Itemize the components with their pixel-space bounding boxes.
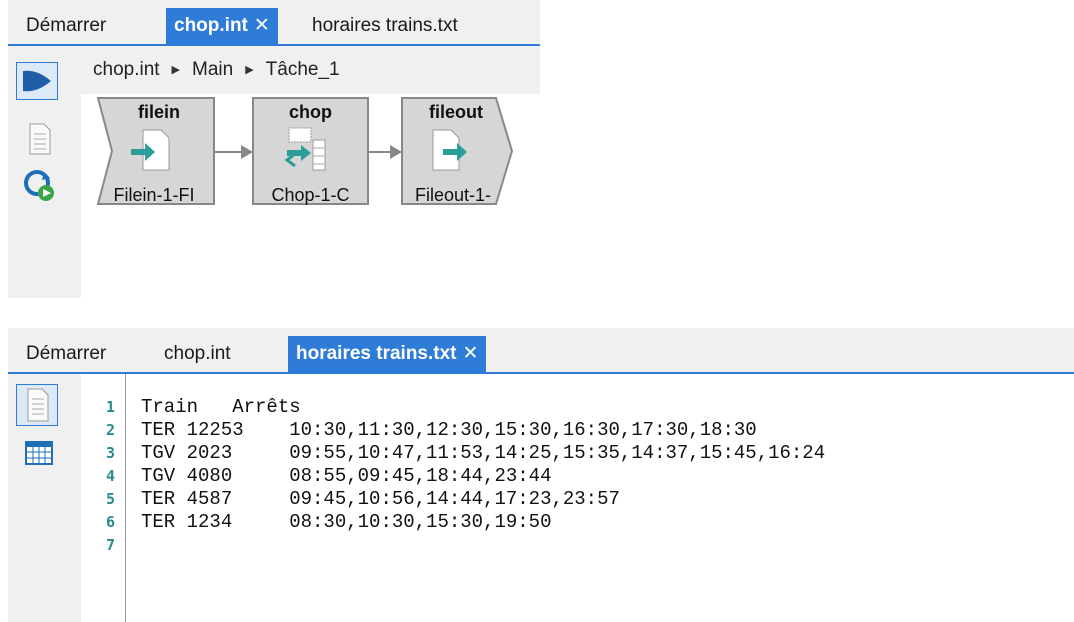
- top-sidebar: [8, 46, 81, 298]
- line-number: 3: [105, 444, 115, 462]
- tab-chop-int[interactable]: chop.int: [156, 336, 239, 372]
- tab-demarrer[interactable]: Démarrer: [18, 336, 114, 372]
- chop-node-title[interactable]: chop: [253, 102, 368, 123]
- table-grid-icon: [25, 441, 53, 465]
- top-editor-panel: Démarrer chop.int ✕ horaires trains.txt: [8, 0, 540, 298]
- refresh-run-icon: [24, 170, 54, 201]
- text-line: TER 12253 10:30,11:30,12:30,15:30,16:30,…: [141, 419, 757, 441]
- chop-node-label[interactable]: Chop-1-C: [253, 185, 368, 206]
- text-line: Train Arrêts: [141, 396, 301, 418]
- breadcrumb-item-task[interactable]: Tâche_1: [266, 46, 340, 94]
- tab-label: chop.int: [174, 15, 248, 36]
- close-icon[interactable]: ✕: [463, 343, 479, 364]
- line-number: 4: [105, 467, 115, 485]
- arrow-head-icon: [390, 145, 402, 159]
- tab-label: chop.int: [164, 343, 231, 364]
- document-icon: [27, 388, 49, 422]
- text-editor[interactable]: 1 2 3 4 5 6 7 Train Arrêts TER 12253 10:…: [81, 374, 1074, 622]
- text-line: TGV 2023 09:55,10:47,11:53,14:25,15:35,1…: [141, 442, 826, 464]
- bottom-tab-bar: Démarrer chop.int horaires trains.txt ✕: [8, 328, 1074, 374]
- breadcrumb-item-file[interactable]: chop.int: [93, 46, 160, 94]
- run-refresh-button[interactable]: [22, 168, 56, 202]
- tab-horaires-trains[interactable]: horaires trains.txt: [304, 8, 466, 44]
- line-number: 5: [105, 490, 115, 508]
- flow-editor: chop.int ▶ Main ▶ Tâche_1 filein Filein-…: [81, 46, 540, 298]
- document-view-button[interactable]: [22, 122, 56, 156]
- line-number: 7: [105, 536, 115, 554]
- filein-node-title[interactable]: filein: [109, 102, 209, 123]
- text-line: TER 1234 08:30,10:30,15:30,19:50: [141, 511, 552, 533]
- tab-horaires-trains[interactable]: horaires trains.txt ✕: [288, 336, 487, 372]
- breadcrumb: chop.int ▶ Main ▶ Tâche_1: [81, 46, 540, 94]
- tab-label: horaires trains.txt: [312, 15, 458, 36]
- line-number: 6: [105, 513, 115, 531]
- tab-label: Démarrer: [26, 343, 107, 364]
- line-number: 2: [105, 421, 115, 439]
- tab-chop-int[interactable]: chop.int ✕: [166, 8, 278, 44]
- text-line: TER 4587 09:45,10:56,14:44,17:23,23:57: [141, 488, 620, 510]
- fileout-node-label[interactable]: Fileout-1-: [403, 185, 503, 206]
- breadcrumb-item-main[interactable]: Main: [192, 46, 233, 94]
- flow-view-button[interactable]: [16, 62, 58, 100]
- tab-demarrer[interactable]: Démarrer: [18, 8, 114, 44]
- flow-icon: [23, 70, 51, 92]
- document-icon: [29, 123, 51, 155]
- arrow-head-icon: [241, 145, 253, 159]
- bottom-editor-panel: Démarrer chop.int horaires trains.txt ✕ 1…: [8, 328, 1074, 622]
- text-line: TGV 4080 08:55,09:45,18:44,23:44: [141, 465, 552, 487]
- top-tab-bar: Démarrer chop.int ✕ horaires trains.txt: [8, 0, 540, 46]
- text-view-button[interactable]: [16, 384, 58, 426]
- chevron-right-icon: ▶: [171, 64, 181, 76]
- tab-label: horaires trains.txt: [296, 343, 457, 364]
- fileout-node-title[interactable]: fileout: [406, 102, 506, 123]
- close-icon[interactable]: ✕: [254, 15, 270, 36]
- line-number-gutter: 1 2 3 4 5 6 7: [81, 374, 126, 622]
- line-number: 1: [105, 398, 115, 416]
- tab-label: Démarrer: [26, 15, 107, 36]
- bottom-sidebar: [8, 374, 81, 622]
- table-view-button[interactable]: [22, 436, 56, 470]
- chevron-right-icon: ▶: [245, 64, 254, 76]
- filein-node-label[interactable]: Filein-1-FI: [99, 185, 209, 206]
- flow-canvas: filein Filein-1-FI chop Chop-1-C fileout…: [81, 94, 540, 298]
